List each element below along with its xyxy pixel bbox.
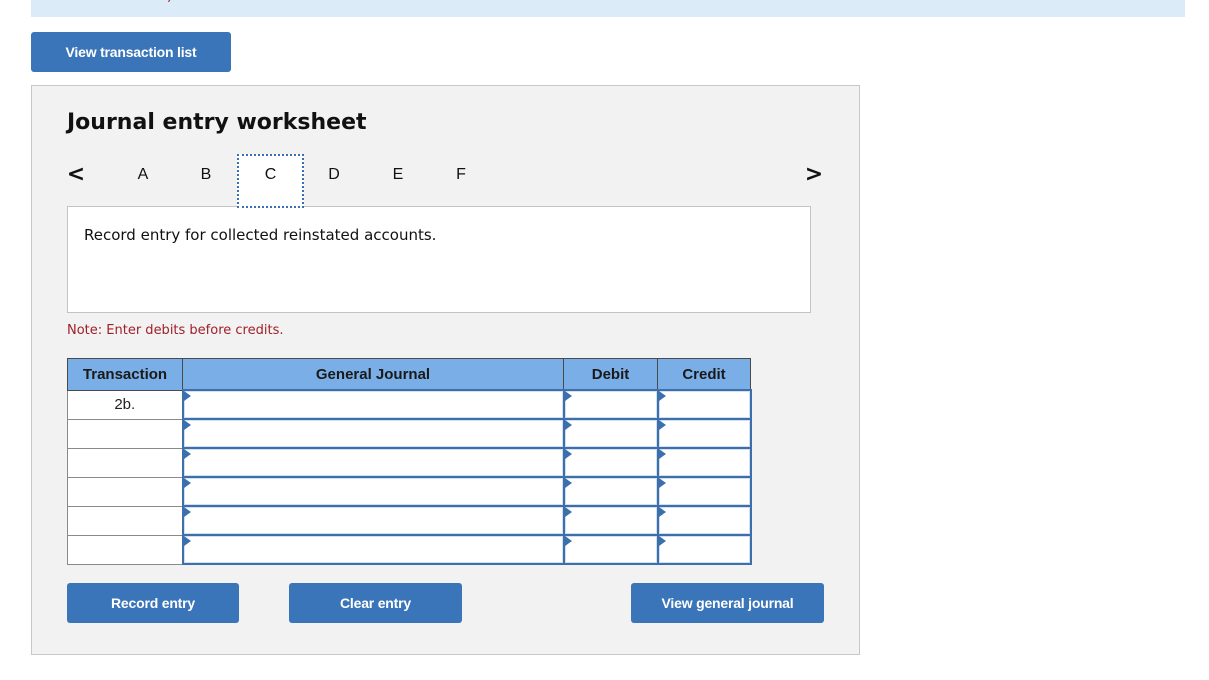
account-input[interactable] [183,420,563,447]
dropdown-marker-icon [564,391,572,401]
credit-input[interactable] [658,536,750,563]
header-transaction: Transaction [67,358,183,391]
credit-cell [656,418,752,449]
credit-input[interactable] [658,391,750,418]
credit-cell [656,505,752,536]
tab-a[interactable]: A [111,156,175,208]
debit-input[interactable] [564,536,657,563]
tab-b[interactable]: B [174,156,238,208]
tab-e[interactable]: E [366,156,430,208]
journal-row [67,447,752,478]
debit-credit-note: Note: Enter debits before credits. [67,323,284,338]
debit-input[interactable] [564,507,657,534]
clear-entry-button[interactable]: Clear entry [289,583,462,623]
debit-cell [562,505,659,536]
tab-f[interactable]: F [429,156,493,208]
banner-text: first account field.) [31,0,173,4]
journal-header-row: Transaction General Journal Debit Credit [67,358,751,391]
account-cell [181,447,565,478]
dropdown-marker-icon [564,449,572,459]
journal-row [67,476,752,507]
credit-cell [656,447,752,478]
transaction-cell [67,505,183,536]
dropdown-marker-icon [658,449,666,459]
dropdown-marker-icon [658,420,666,430]
dropdown-marker-icon [564,536,572,546]
dropdown-marker-icon [564,507,572,517]
journal-row [67,505,752,536]
credit-cell [656,534,752,565]
journal-entry-worksheet-panel: Journal entry worksheet < A B C D E F > … [31,85,860,655]
view-transaction-list-button[interactable]: View transaction list [31,32,231,72]
tab-d[interactable]: D [302,156,366,208]
view-general-journal-button[interactable]: View general journal [631,583,824,623]
credit-cell [656,476,752,507]
debit-input[interactable] [564,391,657,418]
transaction-cell [67,418,183,449]
debit-cell [562,389,659,420]
debit-input[interactable] [564,420,657,447]
dropdown-marker-icon [564,420,572,430]
debit-input[interactable] [564,478,657,505]
header-credit: Credit [657,358,751,391]
dropdown-marker-icon [658,391,666,401]
account-input[interactable] [183,478,563,505]
credit-input[interactable] [658,449,750,476]
credit-input[interactable] [658,478,750,505]
header-general-journal: General Journal [182,358,564,391]
dropdown-marker-icon [183,449,191,459]
journal-row [67,534,752,565]
credit-input[interactable] [658,420,750,447]
chevron-left-icon[interactable]: < [66,162,86,187]
transaction-cell [67,534,183,565]
dropdown-marker-icon [564,478,572,488]
tab-c[interactable]: C [237,154,304,208]
chevron-right-icon[interactable]: > [804,162,824,187]
credit-input[interactable] [658,507,750,534]
account-cell [181,389,565,420]
debit-cell [562,534,659,565]
dropdown-marker-icon [183,420,191,430]
dropdown-marker-icon [183,478,191,488]
dropdown-marker-icon [183,507,191,517]
transaction-cell [67,447,183,478]
account-cell [181,476,565,507]
dropdown-marker-icon [658,536,666,546]
account-input[interactable] [183,449,563,476]
debit-input[interactable] [564,449,657,476]
journal-row [67,418,752,449]
header-debit: Debit [563,358,658,391]
debit-cell [562,418,659,449]
transaction-cell: 2b. [67,389,183,420]
credit-cell [656,389,752,420]
record-entry-button[interactable]: Record entry [67,583,239,623]
journal-row: 2b. [67,389,752,420]
debit-cell [562,447,659,478]
instruction-banner: first account field.) [31,0,1185,17]
dropdown-marker-icon [183,391,191,401]
account-input[interactable] [183,391,563,418]
journal-table: Transaction General Journal Debit Credit… [67,358,752,565]
account-cell [181,505,565,536]
account-cell [181,418,565,449]
worksheet-title: Journal entry worksheet [67,110,367,135]
dropdown-marker-icon [658,507,666,517]
dropdown-marker-icon [658,478,666,488]
account-input[interactable] [183,536,563,563]
entry-description: Record entry for collected reinstated ac… [84,226,437,244]
debit-cell [562,476,659,507]
account-input[interactable] [183,507,563,534]
dropdown-marker-icon [183,536,191,546]
transaction-cell [67,476,183,507]
account-cell [181,534,565,565]
entry-description-box: Record entry for collected reinstated ac… [67,206,811,313]
